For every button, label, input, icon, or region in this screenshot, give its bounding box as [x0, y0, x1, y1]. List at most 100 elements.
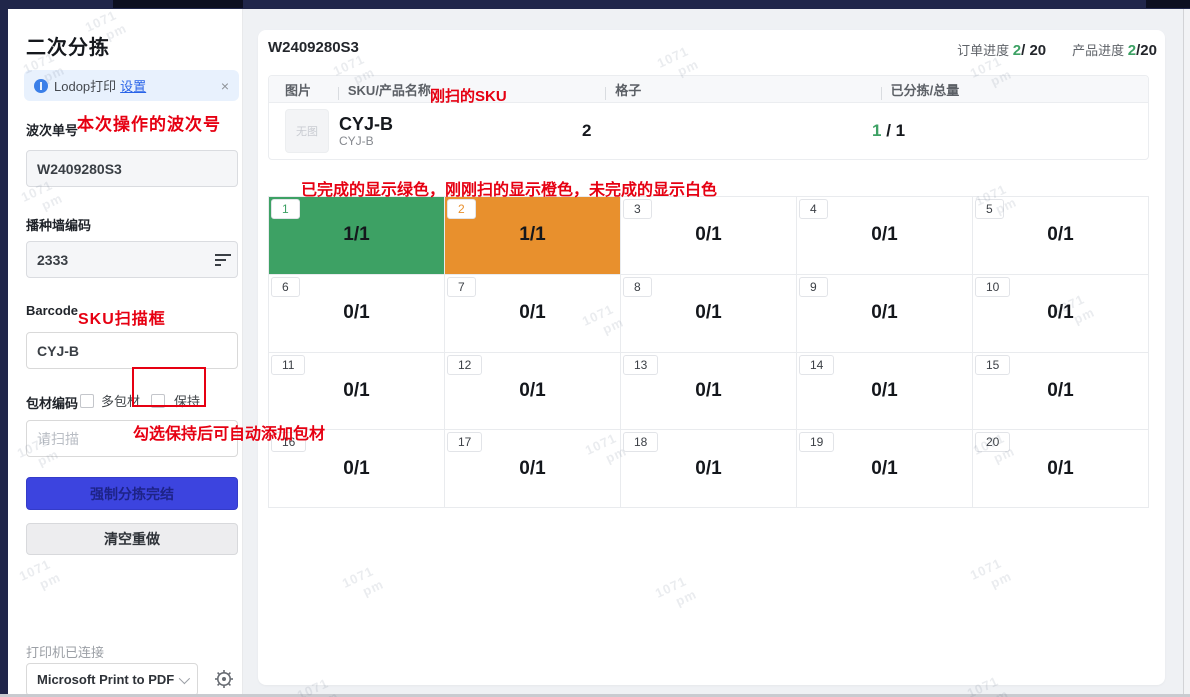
- annotation-keep: 勾选保持后可自动添加包材: [133, 426, 326, 443]
- sku-name: CYJ-B: [339, 113, 394, 134]
- close-icon[interactable]: ×: [221, 78, 229, 94]
- lodop-settings-link[interactable]: 设置: [120, 76, 146, 95]
- annotation-keep-rect: [132, 367, 206, 407]
- cell-progress-value: 0/1: [695, 224, 722, 246]
- cell-progress-value: 0/1: [1047, 224, 1074, 246]
- info-icon: [34, 78, 48, 93]
- picked-count: 1 / 1: [872, 121, 906, 140]
- sku-cell: CYJ-B CYJ-B: [329, 114, 572, 149]
- cell-progress-value: 0/1: [871, 379, 898, 401]
- window-left-bar: [0, 0, 8, 697]
- cell-number-badge: 19: [799, 432, 835, 453]
- cell-progress-value: 1/1: [519, 224, 546, 246]
- chevron-down-icon: [178, 672, 191, 684]
- grid-cell-1: 1 1/1: [269, 197, 444, 274]
- grid-cell-13: 13 0/1: [621, 352, 796, 430]
- grid-cell-8: 8 0/1: [621, 274, 796, 352]
- lodop-banner: Lodop打印 设置 ×: [24, 70, 239, 101]
- cell-progress-value: 0/1: [519, 457, 546, 479]
- cell-number-badge: 15: [975, 354, 1011, 375]
- cell-number-badge: 3: [623, 199, 652, 219]
- cell-progress-value: 0/1: [871, 302, 898, 324]
- grid-cell-18: 18 0/1: [621, 430, 796, 507]
- gear-icon[interactable]: [214, 669, 234, 689]
- window-notch: [113, 0, 243, 8]
- multi-packing-checkbox[interactable]: 多包材: [80, 391, 140, 410]
- grid-cell-5: 5 0/1: [973, 197, 1148, 274]
- grid-cell-15: 15 0/1: [973, 352, 1148, 430]
- cell-progress-value: 0/1: [1047, 457, 1074, 479]
- annotation-wave: 本次操作的波次号: [77, 115, 221, 134]
- grid-cell-17: 17 0/1: [445, 430, 620, 507]
- product-progress: 产品进度 2/20: [1072, 42, 1157, 59]
- cell-number-badge: 17: [447, 432, 483, 453]
- no-image-placeholder: 无图: [285, 109, 329, 153]
- window-right-edge: [1183, 9, 1184, 694]
- sku-code: CYJ-B: [339, 134, 374, 149]
- cell-progress-value: 0/1: [871, 457, 898, 479]
- cell-number-badge: 4: [799, 199, 828, 219]
- cell-number-badge: 11: [271, 354, 306, 375]
- table-row: 无图 CYJ-B CYJ-B 2 1 / 1: [269, 103, 1148, 159]
- seeding-wall-input[interactable]: [26, 241, 238, 278]
- grid-cell-10: 10 0/1: [973, 274, 1148, 352]
- printer-select[interactable]: Microsoft Print to PDF: [26, 663, 198, 696]
- cell-number-badge: 6: [271, 276, 300, 297]
- cell-number-badge: 1: [271, 199, 300, 219]
- wave-number-input[interactable]: [26, 150, 238, 187]
- slot-number: 2: [582, 121, 592, 140]
- grid-cell-7: 7 0/1: [445, 274, 620, 352]
- list-icon[interactable]: [214, 253, 232, 267]
- header-image: 图片: [285, 82, 312, 98]
- wave-number-label: 波次单号: [26, 123, 79, 138]
- grid-cell-3: 3 0/1: [621, 197, 796, 274]
- cell-progress-value: 0/1: [695, 457, 722, 479]
- window-right-strip: [1184, 9, 1190, 694]
- grid: 1 1/1 2 1/1 3 0/1 4 0/1 5 0/1 6 0/1 7 0/1 8 0/1 9 0/1 10 0/…: [268, 196, 1149, 508]
- cell-number-badge: 9: [799, 276, 828, 297]
- grid-cell-12: 12 0/1: [445, 352, 620, 430]
- printer-select-value: Microsoft Print to PDF: [37, 672, 175, 687]
- printer-status-label: 打印机已连接: [26, 645, 105, 660]
- cell-number-badge: 10: [975, 276, 1011, 297]
- grid-cell-14: 14 0/1: [797, 352, 972, 430]
- cell-progress-value: 0/1: [519, 379, 546, 401]
- annotation-legend: 已完成的显示绿色，刚刚扫的显示橙色，未完成的显示白色: [301, 182, 718, 199]
- clear-redo-button[interactable]: 清空重做: [26, 523, 238, 555]
- cell-number-badge: 8: [623, 276, 652, 297]
- cell-number-badge: 5: [975, 199, 1004, 219]
- cell-progress-value: 0/1: [871, 224, 898, 246]
- packing-code-label: 包材编码: [26, 396, 79, 411]
- cell-progress-value: 0/1: [695, 302, 722, 324]
- cell-progress-value: 0/1: [343, 457, 370, 479]
- cell-number-badge: 2: [447, 199, 476, 219]
- grid-cell-4: 4 0/1: [797, 197, 972, 274]
- header-picked: 已分拣/总量: [880, 80, 1148, 100]
- barcode-input[interactable]: [26, 332, 238, 369]
- grid-cell-2: 2 1/1: [445, 197, 620, 274]
- cell-number-badge: 18: [623, 432, 659, 453]
- order-progress: 订单进度 2/ 20: [957, 42, 1047, 59]
- annotation-scanned-sku: 刚扫的SKU: [430, 88, 507, 105]
- cell-progress-value: 0/1: [343, 379, 370, 401]
- grid-cell-6: 6 0/1: [269, 274, 444, 352]
- cell-progress-value: 1/1: [343, 224, 370, 246]
- cell-progress-value: 0/1: [519, 302, 546, 324]
- grid-cell-20: 20 0/1: [973, 430, 1148, 507]
- wave-card-title: W2409280S3: [268, 39, 359, 56]
- cell-number-badge: 20: [975, 432, 1011, 453]
- cell-progress-value: 0/1: [695, 379, 722, 401]
- barcode-label: Barcode: [26, 303, 79, 318]
- force-finish-button[interactable]: 强制分拣完结: [26, 477, 238, 510]
- grid-cell-19: 19 0/1: [797, 430, 972, 507]
- cell-number-badge: 12: [447, 354, 483, 375]
- page-title: 二次分拣: [26, 37, 110, 59]
- checkbox-icon[interactable]: [80, 393, 94, 408]
- cell-progress-value: 0/1: [343, 302, 370, 324]
- lodop-banner-text: Lodop打印: [54, 79, 117, 94]
- progress-indicators: 订单进度 2/ 20 产品进度 2/20: [957, 40, 1157, 59]
- seeding-wall-label: 播种墙编码: [26, 218, 92, 233]
- annotation-sku-box: SKU扫描框: [78, 311, 166, 328]
- cell-progress-value: 0/1: [1047, 302, 1074, 324]
- cell-number-badge: 13: [623, 354, 659, 375]
